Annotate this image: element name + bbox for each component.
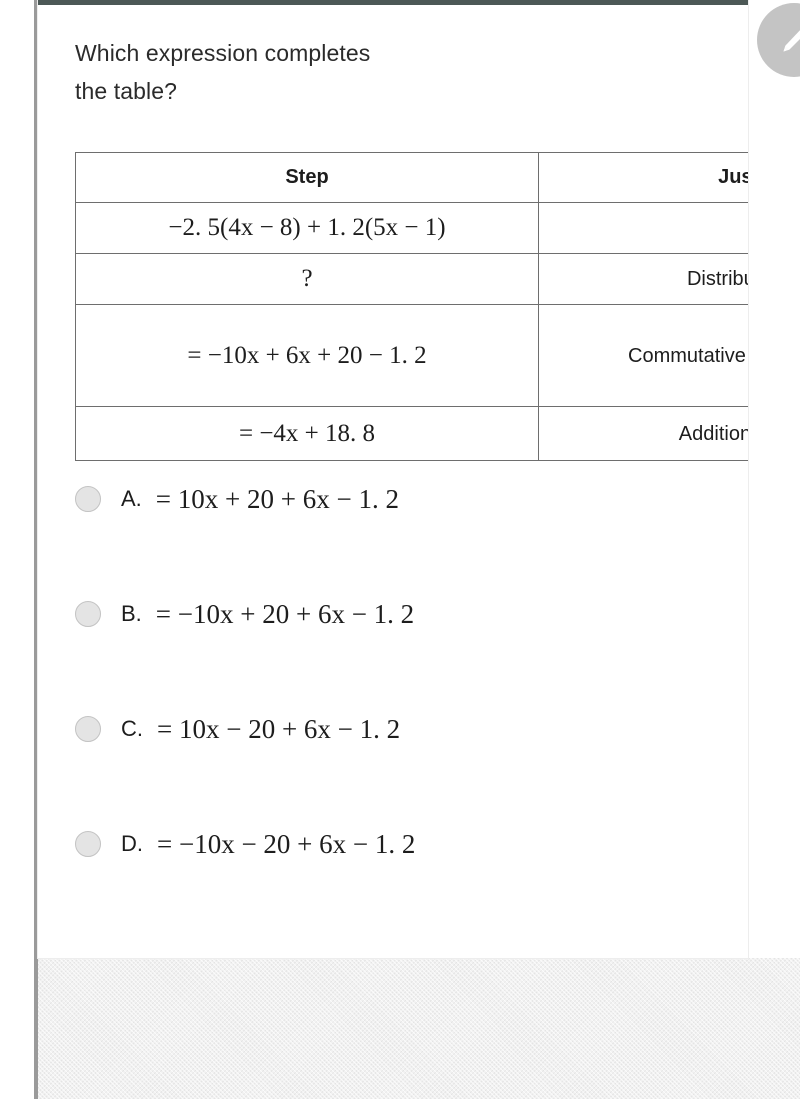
justification-cell: Given: [538, 202, 748, 254]
prompt-line-1: Which expression completes: [75, 40, 371, 66]
answer-option-b[interactable]: B. = −10x + 20 + 6x − 1. 2: [75, 592, 725, 636]
radio-button-b[interactable]: [75, 601, 101, 627]
justification-cell: Distributive Property: [538, 253, 748, 305]
step-cell: = −4x + 18. 8: [75, 406, 539, 461]
justification-cell: Commutative Property of Addition: [538, 304, 748, 407]
table-row: = −10x + 6x + 20 − 1. 2 Commutative Prop…: [75, 304, 748, 407]
option-expression-d: = −10x − 20 + 6x − 1. 2: [157, 828, 416, 859]
option-letter-c: C.: [121, 716, 143, 741]
question-card: Which expression completes the table? St…: [38, 0, 748, 958]
prompt-line-2: the table?: [75, 78, 178, 104]
radio-button-a[interactable]: [75, 486, 101, 512]
answer-option-c[interactable]: C. = 10x − 20 + 6x − 1. 2: [75, 707, 725, 751]
step-cell: = −10x + 6x + 20 − 1. 2: [75, 304, 539, 407]
column-header-step: Step: [75, 152, 539, 203]
table-row: ? Distributive Property: [75, 253, 748, 305]
option-expression-c: = 10x − 20 + 6x − 1. 2: [157, 713, 401, 744]
steps-justification-table: Step Justification −2. 5(4x − 8) + 1. 2(…: [75, 152, 748, 461]
column-header-justification: Justification: [538, 152, 748, 203]
radio-button-c[interactable]: [75, 716, 101, 742]
answer-option-a[interactable]: A. = 10x + 20 + 6x − 1. 2: [75, 477, 725, 521]
card-top-accent-bar: [38, 0, 748, 5]
answer-option-d[interactable]: D. = −10x − 20 + 6x − 1. 2: [75, 822, 725, 866]
option-expression-a: = 10x + 20 + 6x − 1. 2: [155, 483, 399, 514]
step-cell: −2. 5(4x − 8) + 1. 2(5x − 1): [75, 202, 539, 254]
radio-button-d[interactable]: [75, 831, 101, 857]
option-expression-b: = −10x + 20 + 6x − 1. 2: [155, 598, 415, 629]
justification-cell: Addition of Like Terms: [538, 406, 748, 461]
pencil-icon: [783, 30, 800, 52]
step-cell-unknown: ?: [75, 253, 539, 305]
table-header-row: Step Justification: [75, 152, 748, 203]
option-letter-d: D.: [121, 831, 143, 856]
table-row: = −4x + 18. 8 Addition of Like Terms: [75, 406, 748, 461]
option-letter-a: A.: [121, 486, 142, 511]
question-prompt: Which expression completes the table?: [75, 34, 535, 110]
option-letter-b: B.: [121, 601, 142, 626]
table-row: −2. 5(4x − 8) + 1. 2(5x − 1) Given: [75, 202, 748, 254]
page-texture-area: [38, 958, 800, 1099]
